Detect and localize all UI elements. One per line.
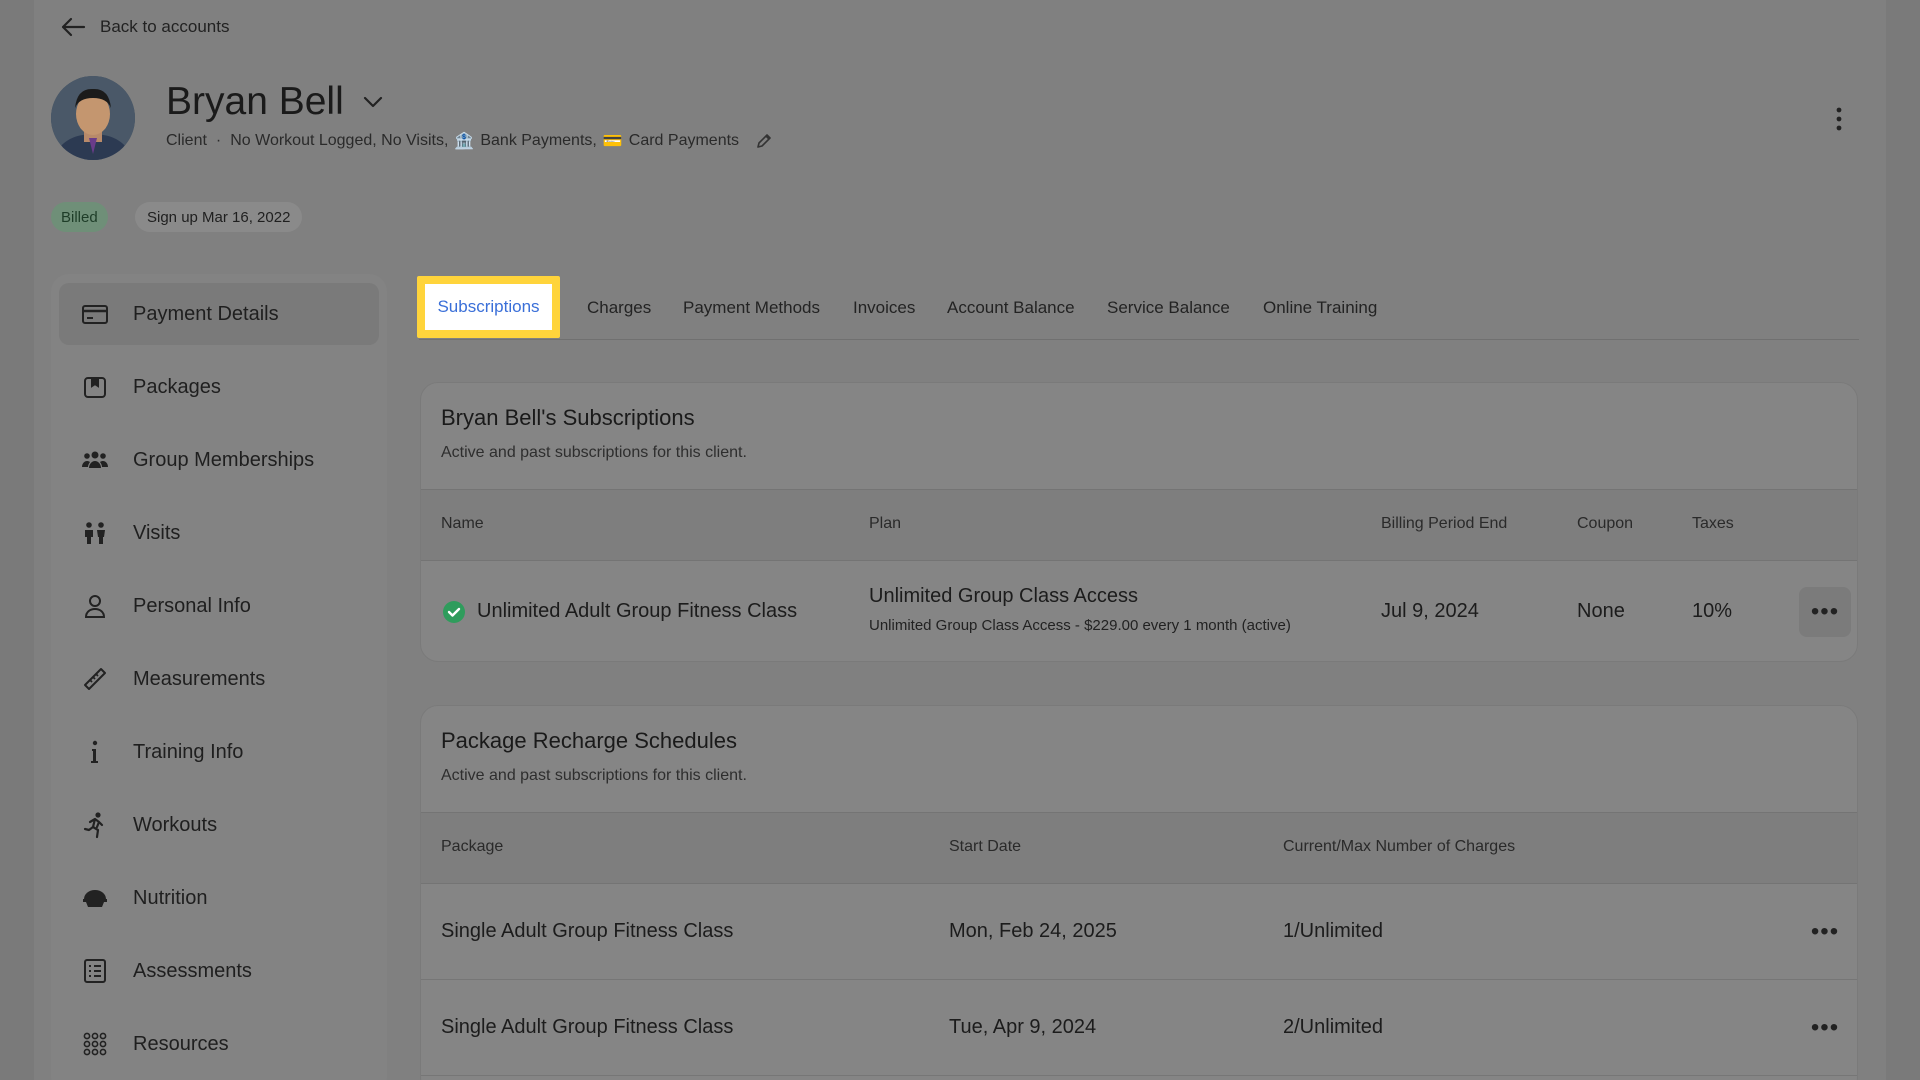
sidebar-item-label: Packages: [133, 376, 221, 399]
pencil-icon[interactable]: [755, 132, 773, 150]
sidebar-item-personal-info[interactable]: Personal Info: [59, 575, 379, 637]
tab-payment-methods[interactable]: Payment Methods: [683, 276, 820, 339]
visits-icon: [81, 519, 109, 547]
credit-card-icon: [81, 300, 109, 328]
sidebar: Payment Details Packages Group Membershi…: [51, 274, 387, 1080]
arrow-left-icon: [60, 16, 86, 38]
subscription-coupon: None: [1577, 600, 1625, 623]
person-icon: [81, 592, 109, 620]
sidebar-item-training-info[interactable]: Training Info: [59, 721, 379, 783]
sidebar-item-packages[interactable]: Packages: [59, 356, 379, 418]
signup-date-badge: Sign up Mar 16, 2022: [135, 202, 302, 232]
subscription-billing-end: Jul 9, 2024: [1381, 600, 1479, 623]
tab-service-balance[interactable]: Service Balance: [1107, 276, 1230, 339]
recharge-subtitle: Active and past subscriptions for this c…: [441, 767, 747, 785]
back-label: Back to accounts: [100, 17, 229, 37]
tab-subscriptions[interactable]: Subscriptions: [425, 284, 552, 330]
sidebar-item-resources[interactable]: Resources: [59, 1013, 379, 1075]
sidebar-item-label: Nutrition: [133, 887, 207, 910]
card-payments-tag: Card Payments: [629, 132, 739, 150]
subscription-name: Unlimited Adult Group Fitness Class: [477, 600, 797, 623]
sidebar-item-label: Visits: [133, 522, 180, 545]
row-more-button[interactable]: •••: [1799, 1003, 1851, 1053]
table-row[interactable]: Single Adult Group Fitness Class Tue, Ap…: [421, 980, 1857, 1076]
recharge-start-date: Tue, Apr 9, 2024: [949, 1016, 1096, 1039]
client-role: Client: [166, 132, 207, 150]
recharge-start-date: Mon, Feb 24, 2025: [949, 920, 1117, 943]
sidebar-item-label: Resources: [133, 1033, 229, 1056]
recharge-package: Single Adult Group Fitness Class: [441, 920, 733, 943]
subscriptions-subtitle: Active and past subscriptions for this c…: [441, 444, 747, 462]
recharge-charges: 1/Unlimited: [1283, 920, 1383, 943]
sidebar-item-label: Workouts: [133, 814, 217, 837]
food-bowl-icon: [81, 884, 109, 912]
header-coupon: Coupon: [1577, 515, 1633, 533]
tab-charges[interactable]: Charges: [587, 276, 651, 339]
tab-online-training[interactable]: Online Training: [1263, 276, 1377, 339]
table-row[interactable]: Single Adult Group Fitness Class Mon, Fe…: [421, 884, 1857, 980]
header-charges: Current/Max Number of Charges: [1283, 838, 1515, 856]
tab-highlight: Subscriptions: [417, 276, 560, 338]
more-vertical-icon[interactable]: [1832, 106, 1846, 132]
recharge-title: Package Recharge Schedules: [441, 728, 737, 754]
subscriptions-card: Bryan Bell's Subscriptions Active and pa…: [420, 382, 1858, 662]
sidebar-item-assessments[interactable]: Assessments: [59, 940, 379, 1002]
client-name: Bryan Bell: [166, 80, 344, 124]
subscription-plan-detail: Unlimited Group Class Access - $229.00 e…: [869, 617, 1291, 634]
ruler-icon: [81, 665, 109, 693]
client-name-row: Bryan Bell: [166, 80, 384, 124]
bank-payments-tag: Bank Payments,: [480, 132, 597, 150]
sidebar-item-group-memberships[interactable]: Group Memberships: [59, 429, 379, 491]
tab-bar: Subscriptions Charges Payment Methods In…: [419, 276, 1859, 340]
back-to-accounts-link[interactable]: Back to accounts: [60, 16, 229, 38]
app-window: Back to accounts Bryan Bell Client · No …: [34, 0, 1886, 1080]
header-taxes: Taxes: [1692, 515, 1734, 533]
header-plan: Plan: [869, 515, 901, 533]
credit-card-emoji-icon: 💳: [603, 131, 623, 151]
billed-badge: Billed: [51, 202, 108, 232]
header-start-date: Start Date: [949, 838, 1021, 856]
running-icon: [81, 811, 109, 839]
sidebar-item-workouts[interactable]: Workouts: [59, 794, 379, 856]
grid-icon: [81, 1030, 109, 1058]
header-billing-period-end: Billing Period End: [1381, 515, 1507, 533]
client-tags: No Workout Logged, No Visits,: [230, 132, 448, 150]
package-recharge-card: Package Recharge Schedules Active and pa…: [420, 705, 1858, 1080]
table-row[interactable]: Unlimited Adult Group Fitness Class Unli…: [421, 561, 1857, 662]
subscriptions-table-header: Name Plan Billing Period End Coupon Taxe…: [421, 489, 1857, 561]
checklist-icon: [81, 957, 109, 985]
row-more-button[interactable]: •••: [1799, 907, 1851, 957]
recharge-charges: 2/Unlimited: [1283, 1016, 1383, 1039]
row-more-button[interactable]: •••: [1799, 587, 1851, 637]
sidebar-item-payment-details[interactable]: Payment Details: [59, 283, 379, 345]
package-icon: [81, 373, 109, 401]
sidebar-item-label: Group Memberships: [133, 449, 314, 472]
sidebar-item-label: Assessments: [133, 960, 252, 983]
avatar: [51, 76, 135, 160]
sidebar-item-measurements[interactable]: Measurements: [59, 648, 379, 710]
recharge-table-header: Package Start Date Current/Max Number of…: [421, 812, 1857, 884]
chevron-down-icon[interactable]: [362, 95, 384, 109]
sidebar-item-nutrition[interactable]: Nutrition: [59, 867, 379, 929]
header-name: Name: [441, 515, 484, 533]
sidebar-item-label: Training Info: [133, 741, 243, 764]
subscriptions-title: Bryan Bell's Subscriptions: [441, 405, 695, 431]
header-package: Package: [441, 838, 503, 856]
bank-icon: 🏦: [454, 131, 474, 151]
client-meta: Client · No Workout Logged, No Visits, 🏦…: [166, 131, 773, 151]
tab-account-balance[interactable]: Account Balance: [947, 276, 1075, 339]
subscription-plan: Unlimited Group Class Access: [869, 585, 1138, 608]
sidebar-item-label: Measurements: [133, 668, 265, 691]
info-icon: [81, 738, 109, 766]
sidebar-item-label: Personal Info: [133, 595, 251, 618]
recharge-package: Single Adult Group Fitness Class: [441, 1016, 733, 1039]
check-circle-icon: [443, 601, 465, 623]
sidebar-item-label: Payment Details: [133, 303, 279, 326]
group-icon: [81, 446, 109, 474]
meta-separator: ·: [216, 132, 221, 150]
sidebar-item-visits[interactable]: Visits: [59, 502, 379, 564]
tab-invoices[interactable]: Invoices: [853, 276, 915, 339]
subscription-taxes: 10%: [1692, 600, 1732, 623]
